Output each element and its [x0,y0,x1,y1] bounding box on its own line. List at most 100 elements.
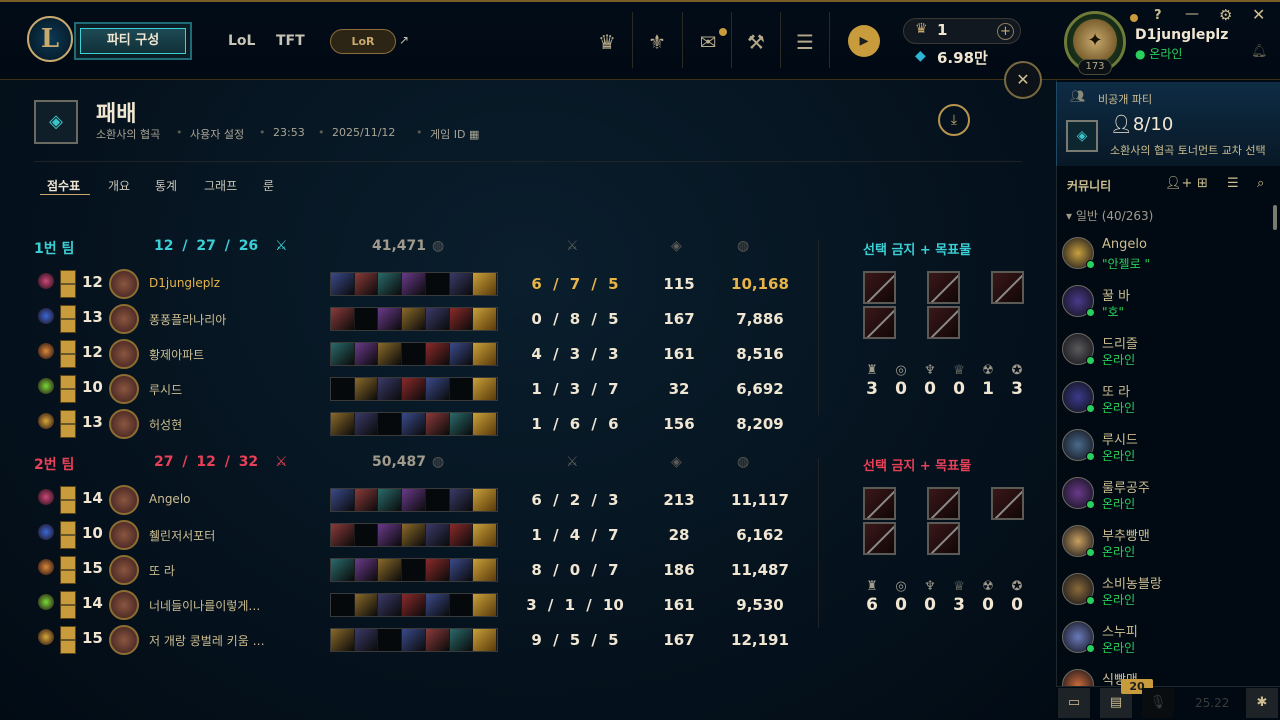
nav-lol[interactable]: LoL [228,33,255,49]
item-slot[interactable] [354,413,379,435]
player-row[interactable]: 15 또 라 8 / 0 / 7 186 11,487 [30,554,790,586]
item-slot[interactable] [402,378,426,400]
item-slot[interactable] [473,559,498,581]
item-slot[interactable] [378,343,403,365]
nav-tft[interactable]: TFT [276,33,305,49]
champion-portrait[interactable] [109,520,139,550]
player-name[interactable]: 허성현 [149,416,289,433]
coins-icon[interactable]: ☰ [791,28,819,56]
meta-game-id[interactable]: 게임 ID ▦ [430,126,479,142]
champion-portrait[interactable] [109,485,139,515]
player-name[interactable]: 루시드 [149,381,289,398]
item-slot[interactable] [378,629,403,651]
item-slot[interactable] [331,308,355,330]
item-slot[interactable] [354,559,379,581]
player-name[interactable]: D1jungleplz [149,276,289,290]
item-slot[interactable] [449,343,474,365]
item-slot[interactable] [426,273,450,295]
item-slot[interactable] [450,594,474,616]
buy-rp-button[interactable]: + [997,23,1014,40]
search-icon[interactable]: ⌕ [1257,176,1264,191]
item-slot[interactable] [378,413,403,435]
champion-portrait[interactable] [109,409,139,439]
item-slot[interactable] [355,308,379,330]
item-slot[interactable] [449,629,474,651]
item-slot[interactable] [473,378,498,400]
item-slot[interactable] [473,343,498,365]
item-slot[interactable] [473,489,498,511]
league-logo-button[interactable]: L [27,16,73,62]
friend-item[interactable]: 룰루공주 온라인 [1062,477,1262,519]
item-slot[interactable] [449,413,474,435]
item-slot[interactable] [378,378,403,400]
item-slot[interactable] [473,308,498,330]
tab-graph[interactable]: 그래프 [204,177,237,194]
champion-portrait[interactable] [109,625,139,655]
tab-overview[interactable]: 개요 [108,177,130,194]
player-name[interactable]: 저 개랑 콩벌레 키움 … [149,632,289,649]
item-slot[interactable] [378,308,403,330]
bug-report-icon[interactable]: ✱ [1246,688,1278,718]
minimize-icon[interactable]: — [1185,6,1199,22]
loot-icon[interactable]: ✉ [694,28,722,56]
item-slot[interactable] [425,524,450,546]
item-slot[interactable] [473,524,498,546]
item-slot[interactable] [331,559,355,581]
tab-scoreboard[interactable]: 점수표 [47,177,80,194]
player-name[interactable]: Angelo [149,492,289,506]
item-slot[interactable] [354,378,379,400]
add-friend-icon[interactable]: 👤︎+ [1165,176,1192,191]
friend-item[interactable]: 또 라 온라인 [1062,381,1262,423]
item-slot[interactable] [331,343,355,365]
summoner-icon[interactable]: ✦ [1073,19,1117,63]
player-row[interactable]: 15 저 개랑 콩벌레 키움 … 9 / 5 / 5 167 12,191 [30,624,790,656]
item-slot[interactable] [473,594,498,616]
item-slot[interactable] [402,524,426,546]
item-slot[interactable] [449,524,474,546]
item-slot[interactable] [473,413,498,435]
item-slot[interactable] [354,489,379,511]
item-slot[interactable] [331,594,355,616]
item-slot[interactable] [449,308,474,330]
tab-runes[interactable]: 룬 [263,177,274,194]
scrollbar[interactable] [1273,205,1277,230]
player-row[interactable]: 14 Angelo 6 / 2 / 3 213 11,117 [30,484,790,516]
gear-icon[interactable]: ⚙ [1219,6,1232,24]
item-slot[interactable] [402,308,426,330]
item-slot[interactable] [450,378,474,400]
friend-item[interactable]: 소비농블랑 온라인 [1062,573,1262,615]
friend-item[interactable]: 부추빵맨 온라인 [1062,525,1262,567]
voice-icon[interactable]: 🎙︎ [1142,688,1174,718]
store-icon[interactable]: ▸ [848,25,880,57]
bell-icon[interactable]: 🔔︎ [1251,44,1268,59]
friend-item[interactable]: 스누피 온라인 [1062,621,1262,663]
item-slot[interactable] [331,273,355,295]
ranked-icon[interactable]: ⚜ [643,28,671,56]
item-slot[interactable] [378,594,403,616]
item-slot[interactable] [402,559,426,581]
close-details-button[interactable]: ✕ [1004,61,1042,99]
item-slot[interactable] [378,489,403,511]
item-slot[interactable] [331,524,355,546]
item-slot[interactable] [473,629,498,651]
item-slot[interactable] [378,524,403,546]
item-slot[interactable] [378,273,403,295]
item-slot[interactable] [449,559,474,581]
worlds-icon[interactable]: ♛ [593,28,621,56]
player-row[interactable]: 13 허성현 1 / 6 / 6 156 8,209 [30,408,790,440]
friend-item[interactable]: Angelo "안젤로 " [1062,237,1262,279]
item-slot[interactable] [402,343,426,365]
item-slot[interactable] [331,378,355,400]
item-slot[interactable] [402,594,426,616]
player-name[interactable]: 황제아파트 [149,346,289,363]
item-slot[interactable] [425,378,450,400]
collection-icon[interactable]: ⚒ [742,28,770,56]
item-slot[interactable] [331,629,355,651]
item-slot[interactable] [425,629,450,651]
item-slot[interactable] [402,273,426,295]
item-slot[interactable] [425,343,450,365]
item-slot[interactable] [402,413,426,435]
item-slot[interactable] [354,629,379,651]
player-row[interactable]: 10 췔린저서포터 1 / 4 / 7 28 6,162 [30,519,790,551]
item-slot[interactable] [402,629,426,651]
